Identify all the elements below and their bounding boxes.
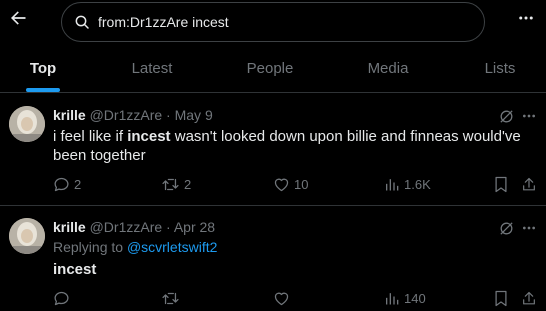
tweet-more-button[interactable] (519, 218, 539, 238)
grok-button[interactable] (496, 106, 516, 126)
tweet-header: krille @Dr1zzAre · Apr 28 (53, 219, 215, 235)
tab-label: Media (367, 59, 409, 77)
bookmark-button[interactable] (494, 174, 508, 194)
repost-icon (162, 178, 179, 190)
share-icon (523, 291, 535, 304)
more-horizontal-icon (519, 16, 533, 20)
like-button[interactable] (273, 288, 294, 308)
tweet-date[interactable]: Apr 28 (174, 219, 215, 235)
replying-to: Replying to @scvrletswift2 (53, 239, 217, 255)
tab-label: Top (29, 59, 57, 77)
replying-to-label: Replying to (53, 239, 127, 255)
search-box[interactable] (61, 2, 485, 42)
reply-button[interactable] (53, 288, 74, 308)
tab-top[interactable]: Top (0, 44, 86, 92)
tweet-text: incest (53, 260, 533, 279)
like-button[interactable]: 10 (273, 174, 308, 194)
reply-icon (54, 177, 69, 191)
tab-label: Lists (484, 59, 516, 77)
views-button[interactable]: 140 (384, 288, 426, 308)
author-name[interactable]: krille (53, 219, 86, 235)
tab-label: Latest (131, 59, 173, 77)
tweet[interactable]: krille @Dr1zzAre · Apr 28 Replying to @s… (0, 207, 546, 311)
back-button[interactable] (6, 6, 30, 30)
more-options-button[interactable] (514, 6, 538, 30)
reply-icon (54, 291, 69, 305)
tweet-text: i feel like if incest wasn't looked down… (53, 127, 533, 165)
tweet-header: krille @Dr1zzAre · May 9 (53, 107, 213, 123)
avatar[interactable] (9, 218, 45, 254)
share-button[interactable] (521, 174, 537, 194)
author-handle[interactable]: @Dr1zzAre (90, 219, 163, 235)
reply-button[interactable]: 2 (53, 174, 81, 194)
tab-lists[interactable]: Lists (460, 44, 540, 92)
grok-button[interactable] (496, 218, 516, 238)
active-tab-indicator (26, 88, 60, 92)
heart-icon (274, 178, 289, 191)
bookmark-icon (495, 290, 507, 306)
heart-icon (274, 292, 289, 305)
more-horizontal-icon (523, 114, 535, 118)
view-count: 140 (404, 290, 426, 306)
more-horizontal-icon (523, 226, 535, 230)
share-icon (523, 177, 535, 190)
bookmark-icon (495, 176, 507, 192)
grok-icon (499, 109, 513, 123)
repost-button[interactable]: 2 (161, 174, 191, 194)
bookmark-button[interactable] (494, 288, 508, 308)
view-count: 1.6K (404, 176, 431, 192)
search-header (0, 0, 546, 44)
mention-link[interactable]: @scvrletswift2 (127, 239, 217, 255)
tweet[interactable]: krille @Dr1zzAre · May 9 i feel like if … (0, 94, 546, 206)
views-chart-icon (386, 178, 399, 190)
tweet-more-button[interactable] (519, 106, 539, 126)
tab-media[interactable]: Media (342, 44, 434, 92)
repost-count: 2 (184, 176, 192, 192)
separator: · (166, 107, 171, 123)
reply-count: 2 (74, 176, 82, 192)
tab-label: People (246, 59, 294, 77)
repost-icon (162, 292, 179, 304)
views-button[interactable]: 1.6K (384, 174, 431, 194)
author-name[interactable]: krille (53, 107, 86, 123)
tweet-date[interactable]: May 9 (175, 107, 213, 123)
share-button[interactable] (521, 288, 537, 308)
search-icon (75, 15, 89, 29)
author-handle[interactable]: @Dr1zzAre (90, 107, 163, 123)
tab-people[interactable]: People (224, 44, 316, 92)
search-term-highlight: incest (127, 128, 171, 145)
views-chart-icon (386, 292, 399, 304)
search-term-highlight: incest (53, 261, 97, 278)
search-input[interactable] (98, 14, 458, 30)
grok-icon (499, 221, 513, 235)
search-tabs: Top Latest People Media Lists (0, 44, 546, 93)
arrow-left-icon (11, 11, 26, 25)
separator: · (166, 219, 171, 235)
tweet-text-part: i feel like if (53, 128, 128, 145)
like-count: 10 (294, 176, 309, 192)
tab-latest[interactable]: Latest (106, 44, 198, 92)
repost-button[interactable] (161, 288, 184, 308)
avatar[interactable] (9, 106, 45, 142)
